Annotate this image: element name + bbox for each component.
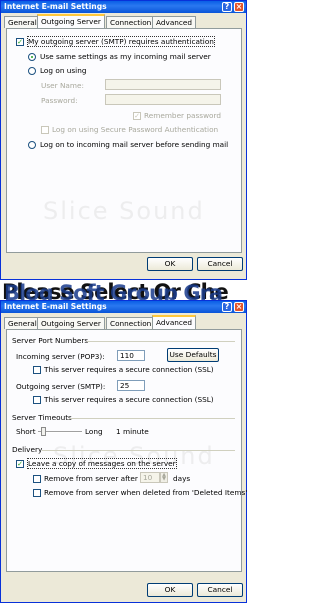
title-bar[interactable]: Internet E-mail Settings ? × xyxy=(1,1,246,13)
password-input[interactable] xyxy=(105,94,221,105)
cancel-button[interactable]: Cancel xyxy=(197,257,243,271)
remember-password-checkbox[interactable]: ✓ xyxy=(133,112,141,120)
help-icon[interactable]: ? xyxy=(222,302,232,312)
tab-general[interactable]: General xyxy=(4,317,41,329)
close-icon[interactable]: × xyxy=(234,302,244,312)
help-icon[interactable]: ? xyxy=(222,2,232,12)
user-name-input[interactable] xyxy=(105,79,221,90)
remember-password-label[interactable]: Remember password xyxy=(144,111,221,120)
spa-checkbox[interactable] xyxy=(41,126,49,134)
tab-advanced[interactable]: Advanced xyxy=(152,16,197,28)
outgoing-port-input[interactable]: 25 xyxy=(117,380,145,391)
timeout-value: 1 minute xyxy=(116,427,149,436)
remove-deleted-checkbox[interactable] xyxy=(33,489,41,497)
timeouts-group-label: Server Timeouts xyxy=(12,413,72,422)
group-divider xyxy=(87,341,235,342)
timeout-slider-thumb[interactable] xyxy=(41,427,46,436)
overlay-caption-line2: Blog Soft Group Gra xyxy=(4,281,223,301)
leave-copy-checkbox[interactable]: ✓ xyxy=(16,460,24,468)
radio-log-on-using-label[interactable]: Log on using xyxy=(40,66,86,75)
password-label: Password: xyxy=(41,96,78,105)
smtp-auth-checkbox[interactable]: ✓ xyxy=(16,38,24,46)
overlay-caption: Please Select Or Che Blog Soft Group Gra xyxy=(0,280,247,300)
radio-same-settings-label[interactable]: Use same settings as my incoming mail se… xyxy=(40,52,211,61)
remove-deleted-label[interactable]: Remove from server when deleted from 'De… xyxy=(44,488,247,497)
tab-outgoing-server[interactable]: Outgoing Server xyxy=(37,317,105,329)
cancel-button[interactable]: Cancel xyxy=(197,583,243,597)
tab-advanced[interactable]: Advanced xyxy=(152,315,197,329)
remove-after-checkbox[interactable] xyxy=(33,475,41,483)
watermark: Slice Sound xyxy=(43,197,205,225)
remove-days-input[interactable]: 10 xyxy=(140,472,160,483)
smtp-auth-label[interactable]: My outgoing server (SMTP) requires authe… xyxy=(27,36,215,47)
email-settings-dialog-outgoing: Internet E-mail Settings ? × General Out… xyxy=(0,0,247,280)
ports-group-label: Server Port Numbers xyxy=(12,336,89,345)
use-defaults-button[interactable]: Use Defaults xyxy=(167,348,219,362)
timeout-long-label: Long xyxy=(85,427,103,436)
outgoing-port-label: Outgoing server (SMTP): xyxy=(16,382,106,391)
leave-copy-label[interactable]: Leave a copy of messages on the server xyxy=(27,458,177,469)
ok-button[interactable]: OK xyxy=(147,257,193,271)
close-icon[interactable]: × xyxy=(234,2,244,12)
ssl-outgoing-checkbox[interactable] xyxy=(33,396,41,404)
ssl-incoming-checkbox[interactable] xyxy=(33,366,41,374)
tab-general[interactable]: General xyxy=(4,16,41,28)
email-settings-dialog-advanced: Internet E-mail Settings ? × General Out… xyxy=(0,300,247,603)
radio-log-on-incoming[interactable] xyxy=(28,141,36,149)
delivery-group-label: Delivery xyxy=(12,445,43,454)
radio-log-on-using[interactable] xyxy=(28,67,36,75)
days-label: days xyxy=(173,474,191,483)
advanced-panel: Slice Sound Server Port Numbers Incoming… xyxy=(6,329,247,572)
group-divider xyxy=(69,418,235,419)
tab-connection[interactable]: Connection xyxy=(106,317,156,329)
incoming-port-label: Incoming server (POP3): xyxy=(16,352,105,361)
incoming-port-input[interactable]: 110 xyxy=(117,350,145,361)
dialog-title: Internet E-mail Settings xyxy=(4,302,107,311)
ssl-outgoing-label[interactable]: This server requires a secure connection… xyxy=(44,395,214,404)
tab-connection[interactable]: Connection xyxy=(106,16,156,28)
ok-button[interactable]: OK xyxy=(147,583,193,597)
remove-days-spinner[interactable]: ▲ ▼ xyxy=(160,472,168,483)
user-name-label: User Name: xyxy=(41,81,84,90)
remove-after-label[interactable]: Remove from server after xyxy=(44,474,138,483)
tab-outgoing-server[interactable]: Outgoing Server xyxy=(37,14,105,28)
timeout-short-label: Short xyxy=(16,427,36,436)
radio-log-on-incoming-label[interactable]: Log on to incoming mail server before se… xyxy=(40,140,228,149)
spa-label[interactable]: Log on using Secure Password Authenticat… xyxy=(52,125,218,134)
group-divider xyxy=(42,450,235,451)
dialog-title: Internet E-mail Settings xyxy=(4,2,107,11)
outgoing-server-panel: Slice Sound ✓ My outgoing server (SMTP) … xyxy=(6,28,242,253)
title-bar[interactable]: Internet E-mail Settings ? × xyxy=(1,301,246,313)
ssl-incoming-label[interactable]: This server requires a secure connection… xyxy=(44,365,214,374)
radio-same-settings[interactable] xyxy=(28,53,36,61)
